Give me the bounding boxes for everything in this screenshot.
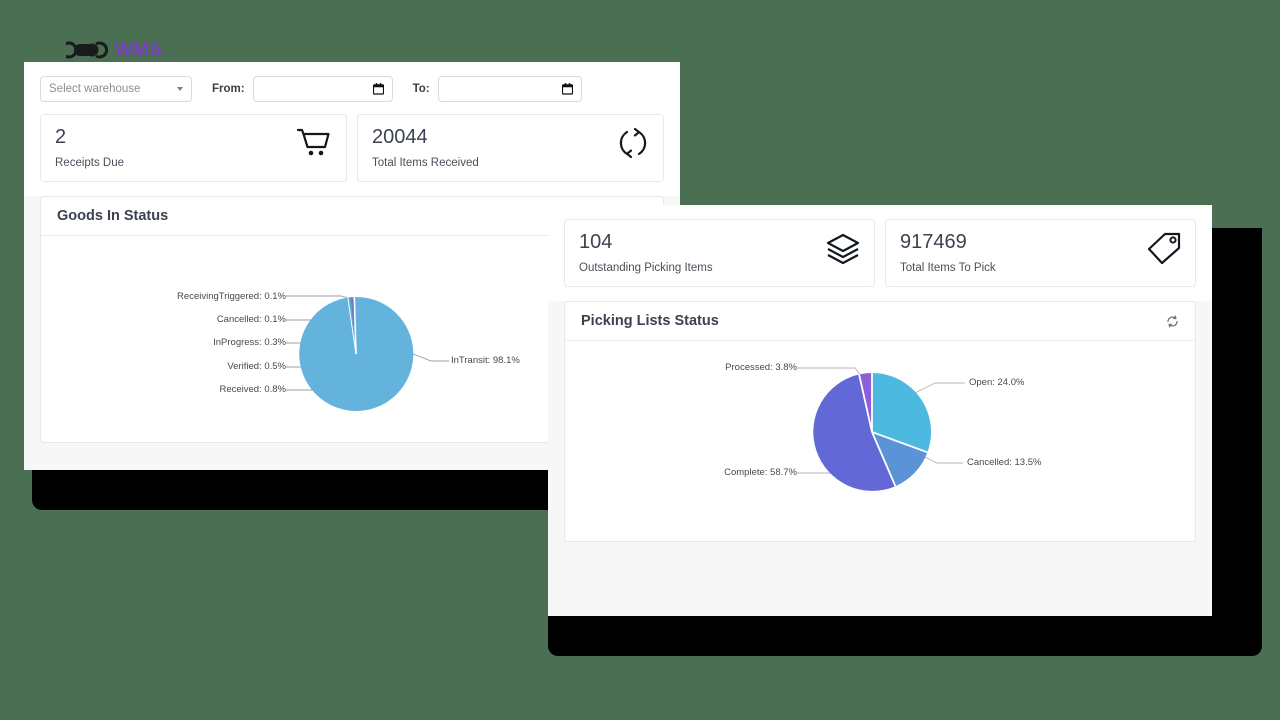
screen: WMS Select warehouse From: To: 2 Receipt… — [0, 0, 1280, 720]
picking-kpi-row: 104 Outstanding Picking Items 917469 Tot… — [548, 205, 1212, 301]
sync-refresh-icon — [619, 127, 647, 159]
chevron-down-icon — [177, 87, 183, 91]
goods-in-toolbar: Select warehouse From: To: — [24, 62, 680, 114]
kpi-label: Total Items Received — [372, 157, 479, 169]
kpi-label: Receipts Due — [55, 157, 125, 169]
pie-label-received: Received: 0.8% — [219, 384, 286, 395]
kpi-card-outstanding-picking-items[interactable]: 104 Outstanding Picking Items — [564, 219, 875, 287]
goods-in-kpi-row: 2 Receipts Due 20044 Total Items Receive… — [24, 114, 680, 196]
kpi-value: 2 — [55, 126, 67, 148]
kpi-value: 20044 — [372, 126, 428, 148]
csa-logo-mark-icon — [66, 41, 108, 59]
pie-label-processed: Processed: 3.8% — [725, 362, 797, 373]
shopping-cart-icon — [296, 128, 330, 156]
pie-label-open: Open: 24.0% — [969, 377, 1025, 388]
to-label: To: — [412, 83, 430, 95]
tag-icon — [1147, 232, 1181, 264]
kpi-label: Total Items To Pick — [900, 262, 996, 274]
kpi-label: Outstanding Picking Items — [579, 262, 713, 274]
picking-panel-header: Picking Lists Status — [565, 302, 1195, 341]
kpi-value: 917469 — [900, 231, 967, 253]
pie-label-receivingtriggered: ReceivingTriggered: 0.1% — [177, 291, 286, 302]
pie-label-cancelled: Cancelled: 13.5% — [967, 457, 1042, 468]
panel-title: Picking Lists Status — [581, 313, 719, 329]
from-label: From: — [212, 83, 245, 95]
pie-label-cancelled: Cancelled: 0.1% — [216, 314, 286, 325]
picking-window: 104 Outstanding Picking Items 917469 Tot… — [548, 205, 1212, 616]
warehouse-select[interactable]: Select warehouse — [40, 76, 192, 102]
pie-label-intransit: InTransit: 98.1% — [451, 355, 520, 366]
pie-label-verified: Verified: 0.5% — [227, 361, 286, 372]
panel-title: Goods In Status — [57, 208, 169, 224]
from-date-input[interactable] — [252, 76, 393, 102]
calendar-icon — [372, 83, 384, 95]
kpi-card-total-items-to-pick[interactable]: 917469 Total Items To Pick — [885, 219, 1196, 287]
pie-label-inprogress: InProgress: 0.3% — [213, 337, 286, 348]
kpi-card-total-items-received[interactable]: 20044 Total Items Received — [357, 114, 664, 182]
warehouse-select-value: Select warehouse — [49, 83, 141, 95]
picking-lists-status-panel: Picking Lists Status Processed: 3.8% Ope… — [564, 301, 1196, 542]
brand-name: WMS — [115, 39, 163, 61]
picking-lists-pie-chart: Processed: 3.8% Open: 24.0% Cancelled: 1… — [565, 341, 1195, 541]
pie-label-complete: Complete: 58.7% — [724, 467, 797, 478]
picking-chart-area: Processed: 3.8% Open: 24.0% Cancelled: 1… — [565, 341, 1195, 541]
to-date-input[interactable] — [437, 76, 582, 102]
brand-logo: WMS — [66, 38, 162, 62]
kpi-value: 104 — [579, 231, 613, 253]
refresh-icon[interactable] — [1166, 314, 1179, 328]
calendar-icon — [561, 83, 573, 95]
layers-icon — [826, 233, 860, 264]
kpi-card-receipts-due[interactable]: 2 Receipts Due — [40, 114, 347, 182]
